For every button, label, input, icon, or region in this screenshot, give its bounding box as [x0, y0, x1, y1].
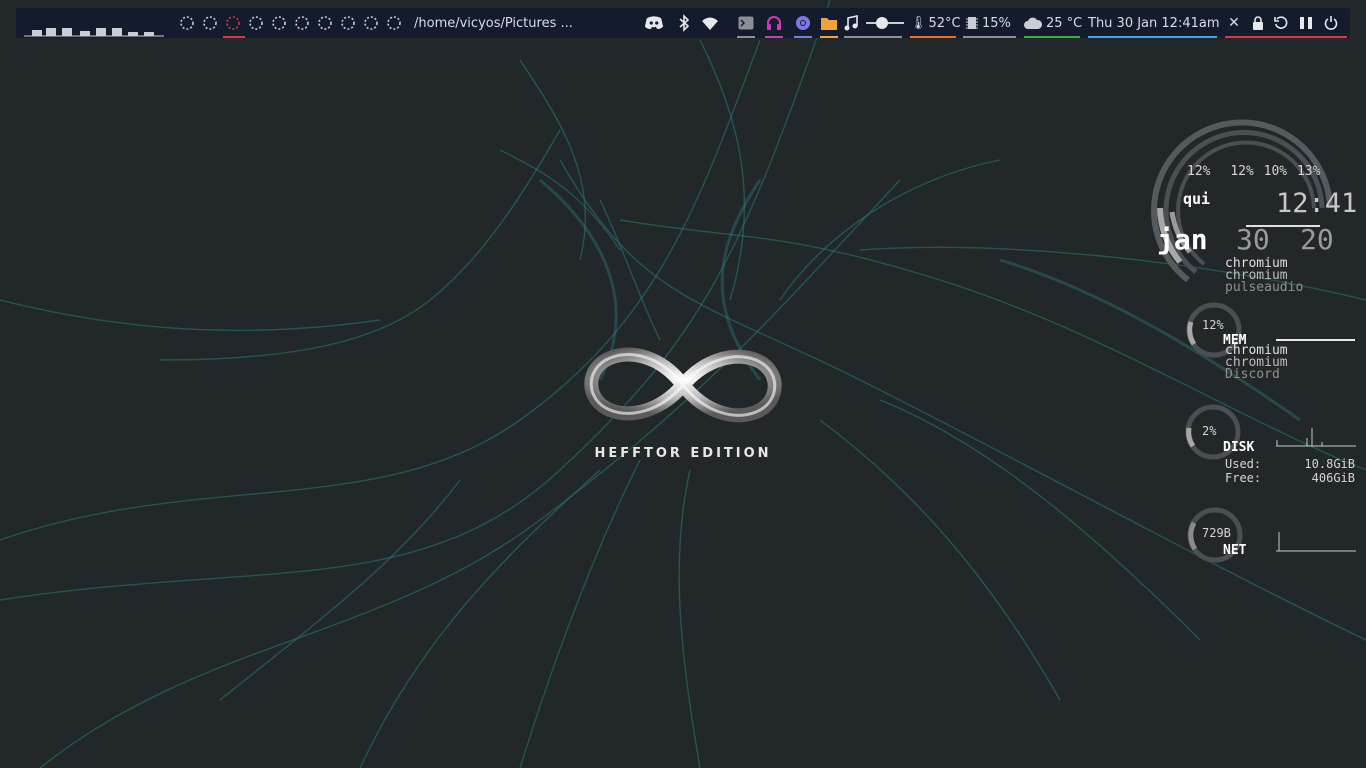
conky-time: 12:41: [1276, 188, 1358, 219]
lock-icon[interactable]: [1248, 13, 1268, 33]
net-graph: [1276, 532, 1356, 552]
mem-top-3: Discord: [1225, 367, 1280, 382]
power-icon[interactable]: [1321, 13, 1341, 33]
clock[interactable]: Thu 30 Jan 12:41am: [1088, 8, 1220, 38]
workspace-3-icon[interactable]: [224, 14, 242, 32]
workspace-8-icon[interactable]: [339, 14, 357, 32]
window-title: /home/vicyos/Pictures ...: [414, 15, 573, 31]
memory-value: 15%: [982, 15, 1011, 31]
infinity-logo-icon: [584, 347, 782, 423]
folder-icon[interactable]: [819, 13, 839, 33]
weekday: qui: [1183, 190, 1211, 208]
bluetooth-icon[interactable]: [674, 13, 694, 33]
cpu-core-values: 12% 12% 10% 13%: [1187, 164, 1320, 179]
disk-used-row: Used: 10.8GiB: [1225, 457, 1355, 471]
cpu-top-processes: chromium chromium pulseaudio: [1225, 257, 1304, 295]
discord-icon[interactable]: [644, 13, 664, 33]
net-label: NET: [1223, 543, 1247, 558]
temperature-value: 52°C: [928, 15, 961, 31]
year: 20: [1300, 223, 1334, 256]
suspend-icon[interactable]: [1296, 13, 1316, 33]
month: jan: [1157, 223, 1208, 256]
disk-label: DISK: [1223, 440, 1255, 455]
active-workspace-underline: [223, 36, 245, 38]
workspace-7-icon[interactable]: [316, 14, 334, 32]
disk-used-value: 10.8GiB: [1304, 457, 1355, 471]
cloud-icon: [1024, 17, 1042, 29]
terminal-icon[interactable]: [736, 13, 756, 33]
workspace-2-icon[interactable]: [201, 14, 219, 32]
workspace-9-icon[interactable]: [362, 14, 380, 32]
workspace-6-icon[interactable]: [293, 14, 311, 32]
disk-free-value: 406GiB: [1311, 471, 1355, 485]
headphones-icon[interactable]: [764, 13, 784, 33]
disk-graph: [1276, 428, 1356, 447]
mem-percent: 12%: [1202, 318, 1224, 332]
music-icon[interactable]: [841, 13, 861, 33]
cpu-core-2: 10%: [1263, 164, 1288, 179]
memory-widget: 15%: [966, 8, 1011, 38]
close-icon[interactable]: ✕: [1224, 13, 1244, 33]
memory-chip-icon: [966, 17, 978, 29]
mem-top-processes: chromium chromium Discord: [1225, 344, 1288, 382]
cpu-core-3: 13%: [1296, 164, 1321, 179]
disk-used-label: Used:: [1225, 457, 1262, 471]
disk-free-label: Free:: [1225, 471, 1262, 485]
weather-value: 25 °C: [1046, 15, 1083, 31]
cpu-top-3: pulseaudio: [1225, 280, 1304, 295]
workspace-5-icon[interactable]: [270, 14, 288, 32]
disk-free-row: Free: 406GiB: [1225, 471, 1355, 485]
logo-caption: HEFFTOR EDITION: [594, 446, 772, 461]
top-bar: /home/vicyos/Pictures ... 🌡 52°C 15% 25 …: [16, 8, 1350, 38]
wifi-icon[interactable]: [700, 13, 720, 33]
disk-percent: 2%: [1202, 424, 1217, 438]
weather-widget: 25 °C: [1024, 8, 1082, 38]
day: 30: [1236, 223, 1270, 256]
mem-graph-line: [1276, 339, 1355, 341]
workspace-1-icon[interactable]: [178, 14, 196, 32]
workspace-4-icon[interactable]: [247, 14, 265, 32]
restart-icon[interactable]: [1271, 13, 1291, 33]
workspace-10-icon[interactable]: [385, 14, 403, 32]
volume-slider[interactable]: [866, 16, 904, 30]
net-value: 729B: [1202, 526, 1231, 540]
volume-knob[interactable]: [876, 17, 888, 29]
cpu-core-0: 12%: [1187, 164, 1211, 179]
cpu-graph: [24, 28, 164, 37]
chromium-icon[interactable]: [793, 13, 813, 33]
cpu-core-1: 12%: [1230, 164, 1254, 179]
thermometer-icon: 🌡: [910, 15, 927, 31]
temperature-widget: 🌡 52°C: [910, 8, 961, 38]
